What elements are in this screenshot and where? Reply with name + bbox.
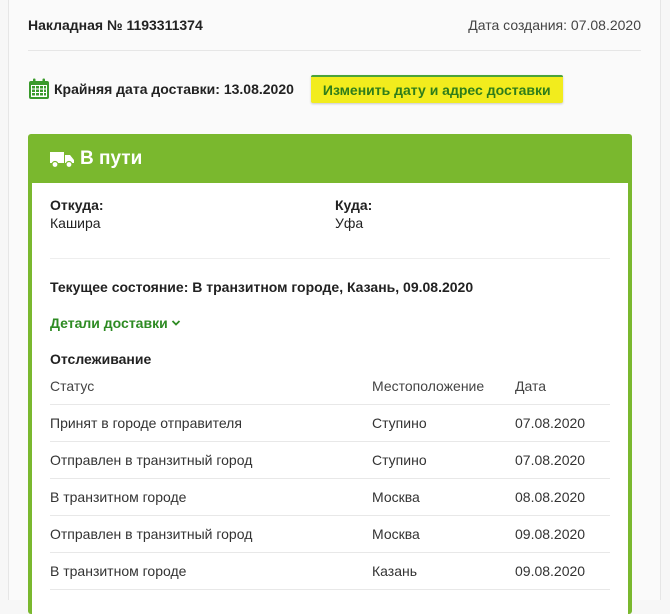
row-status: В транзитном городе [50, 478, 372, 516]
current-state: Текущее состояние: В транзитном городе, … [50, 279, 474, 295]
row-location: Москва [372, 478, 515, 516]
delivery-details-label: Детали доставки [50, 315, 168, 331]
route-from: Откуда: Кашира [50, 197, 104, 231]
from-label: Откуда: [50, 197, 104, 213]
divider [50, 258, 610, 259]
to-label: Куда: [335, 197, 373, 213]
row-date: 09.08.2020 [515, 515, 610, 553]
tracking-title: Отслеживание [50, 351, 152, 367]
table-row: Принят в городе отправителя Ступино 07.0… [50, 404, 610, 442]
status-card-header: В пути [28, 134, 632, 183]
row-location: Казань [372, 552, 515, 590]
row-date: 07.08.2020 [515, 441, 610, 479]
row-date: 08.08.2020 [515, 478, 610, 516]
route-info: Откуда: Кашира Куда: Уфа [50, 197, 610, 257]
column-header-location: Местоположение [372, 368, 515, 405]
row-location: Ступино [372, 404, 515, 442]
delivery-deadline: Крайняя дата доставки: 13.08.2020 [54, 81, 294, 97]
status-title: В пути [80, 147, 143, 169]
tracking-table: Статус Местоположение Дата Принят в горо… [50, 368, 610, 590]
table-row: В транзитном городе Казань 09.08.2020 [50, 552, 610, 590]
table-row: В транзитном городе Москва 08.08.2020 [50, 478, 610, 516]
column-header-status: Статус [50, 368, 372, 405]
delivery-details-link[interactable]: Детали доставки [50, 315, 181, 331]
created-date: Дата создания: 07.08.2020 [468, 17, 641, 33]
table-row: Отправлен в транзитный город Ступино 07.… [50, 441, 610, 479]
invoice-title: Накладная № 1193311374 [28, 17, 203, 33]
row-location: Ступино [372, 441, 515, 479]
from-value: Кашира [50, 215, 101, 231]
calendar-icon [29, 78, 49, 99]
page: Накладная № 1193311374 Дата создания: 07… [8, 0, 661, 614]
row-location: Москва [372, 515, 515, 553]
to-value: Уфа [335, 215, 364, 231]
row-date: 07.08.2020 [515, 404, 610, 442]
row-status: В транзитном городе [50, 552, 372, 590]
row-date: 09.08.2020 [515, 552, 610, 590]
invoice-header: Накладная № 1193311374 Дата создания: 07… [28, 0, 641, 51]
row-status: Отправлен в транзитный город [50, 441, 372, 479]
chevron-down-icon [171, 320, 180, 326]
row-status: Отправлен в транзитный город [50, 515, 372, 553]
route-to: Куда: Уфа [335, 197, 372, 231]
row-status: Принят в городе отправителя [50, 404, 372, 442]
tracking-header-row: Статус Местоположение Дата [50, 368, 610, 405]
truck-icon [50, 151, 74, 168]
column-header-date: Дата [515, 368, 610, 405]
deadline-row: Крайняя дата доставки: 13.08.2020 Измени… [28, 74, 563, 104]
table-row: Отправлен в транзитный город Москва 09.0… [50, 515, 610, 553]
change-delivery-button[interactable]: Изменить дату и адрес доставки [310, 75, 563, 103]
status-card: В пути Откуда: Кашира Куда: Уфа Текущее … [28, 134, 632, 614]
status-card-body: Откуда: Кашира Куда: Уфа Текущее состоян… [32, 183, 628, 614]
